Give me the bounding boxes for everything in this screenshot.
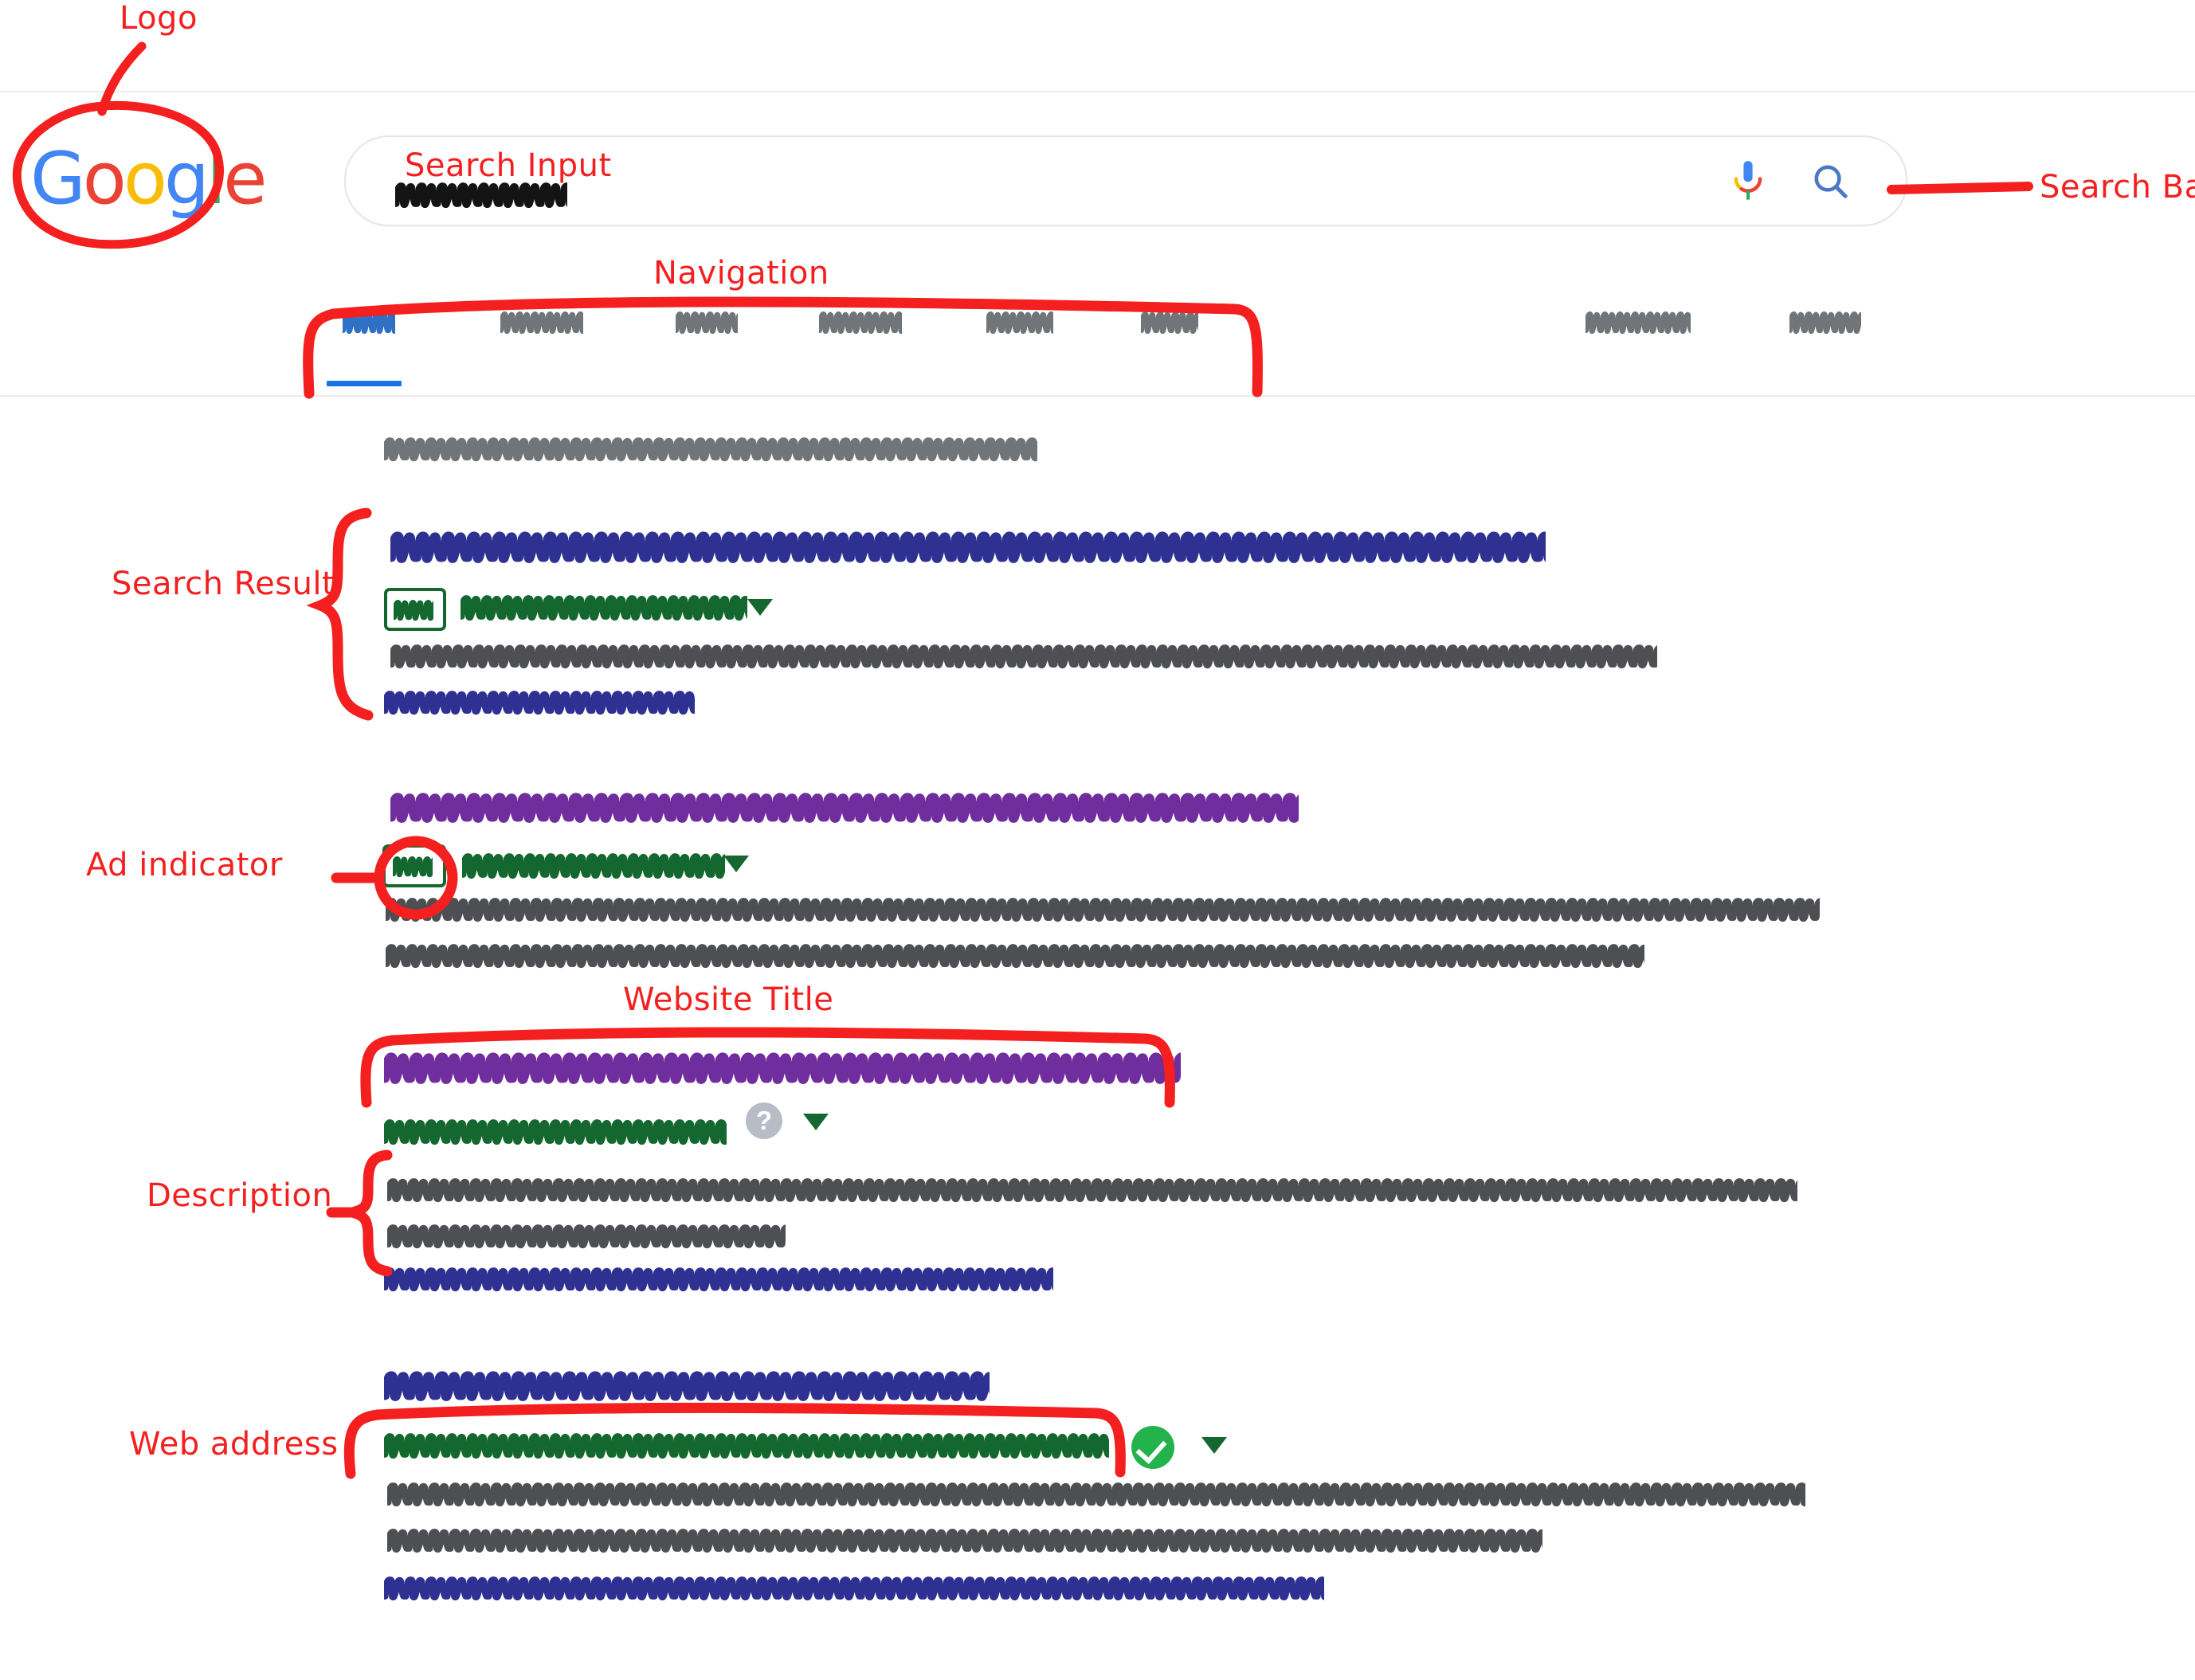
result-description-line — [387, 1482, 1805, 1507]
logo-letter-l: l — [206, 137, 226, 221]
result-title[interactable] — [390, 792, 1299, 824]
settings-label — [1585, 311, 1691, 335]
result-sitelinks[interactable] — [384, 1576, 1324, 1601]
result-description-line — [387, 1177, 1797, 1203]
tools-label — [1789, 311, 1861, 335]
logo-letter-o2: o — [123, 137, 167, 221]
annotation-ad-indicator: Ad indicator — [86, 847, 283, 883]
logo-letter-G: G — [30, 137, 86, 221]
annotation-navigation: Navigation — [653, 255, 829, 292]
result-description-line — [386, 943, 1644, 969]
annotation-web-address: Web address — [129, 1426, 339, 1463]
active-tab-underline — [327, 381, 402, 386]
result-stats — [384, 437, 1037, 462]
tab-label-images — [500, 311, 583, 335]
search-results-page: Google ? Logo Search Input Search Ba Nav… — [0, 0, 2195, 1680]
result-url[interactable] — [384, 1432, 1109, 1459]
annotation-description-mark — [326, 1149, 456, 1278]
ad-badge[interactable] — [384, 588, 446, 631]
result-dropdown-arrow[interactable] — [803, 1114, 829, 1130]
result-description-line — [386, 897, 1820, 922]
result-url[interactable] — [384, 1118, 727, 1145]
annotation-search-input: Search Input — [405, 147, 612, 184]
annotation-description: Description — [147, 1177, 333, 1214]
google-logo[interactable]: Google — [30, 137, 267, 221]
microphone-icon[interactable] — [1727, 159, 1769, 204]
result-title[interactable] — [384, 1051, 1181, 1085]
result-description-line — [390, 644, 1657, 669]
annotation-search-bar-mark — [1887, 177, 2048, 201]
tab-label-maps — [986, 311, 1053, 335]
ad-badge-label — [394, 599, 433, 621]
result-description-line — [387, 1528, 1542, 1553]
header-divider-top — [0, 91, 2195, 92]
result-dropdown-arrow[interactable] — [747, 599, 773, 616]
annotation-search-result: Search Result — [112, 566, 335, 602]
annotation-search-bar: Search Bar — [2040, 169, 2195, 206]
logo-letter-g: g — [163, 137, 210, 221]
result-dropdown-arrow[interactable] — [723, 856, 749, 872]
annotation-website-title: Website Title — [623, 981, 834, 1018]
search-icon[interactable] — [1810, 161, 1852, 202]
result-title[interactable] — [384, 1370, 990, 1402]
result-url[interactable] — [461, 594, 747, 621]
result-url[interactable] — [462, 852, 725, 879]
help-question-badge[interactable]: ? — [746, 1102, 782, 1139]
search-navigation — [0, 311, 2195, 398]
tab-label-news — [819, 311, 902, 335]
result-title[interactable] — [390, 531, 1546, 564]
annotation-logo: Logo — [120, 0, 198, 37]
search-input[interactable] — [395, 182, 567, 209]
result-dropdown-arrow[interactable] — [1201, 1437, 1227, 1454]
tab-label-all — [343, 311, 395, 335]
logo-letter-e: e — [223, 137, 267, 221]
ad-badge-label — [393, 856, 433, 878]
verified-check-badge — [1131, 1426, 1174, 1469]
result-description-line — [387, 1224, 786, 1249]
logo-letter-o1: o — [82, 137, 127, 221]
tab-label-more — [1141, 311, 1198, 335]
tab-label-videos — [676, 311, 738, 335]
ad-badge[interactable] — [382, 844, 446, 887]
result-sitelinks[interactable] — [384, 690, 695, 715]
result-sitelinks[interactable] — [384, 1267, 1053, 1292]
